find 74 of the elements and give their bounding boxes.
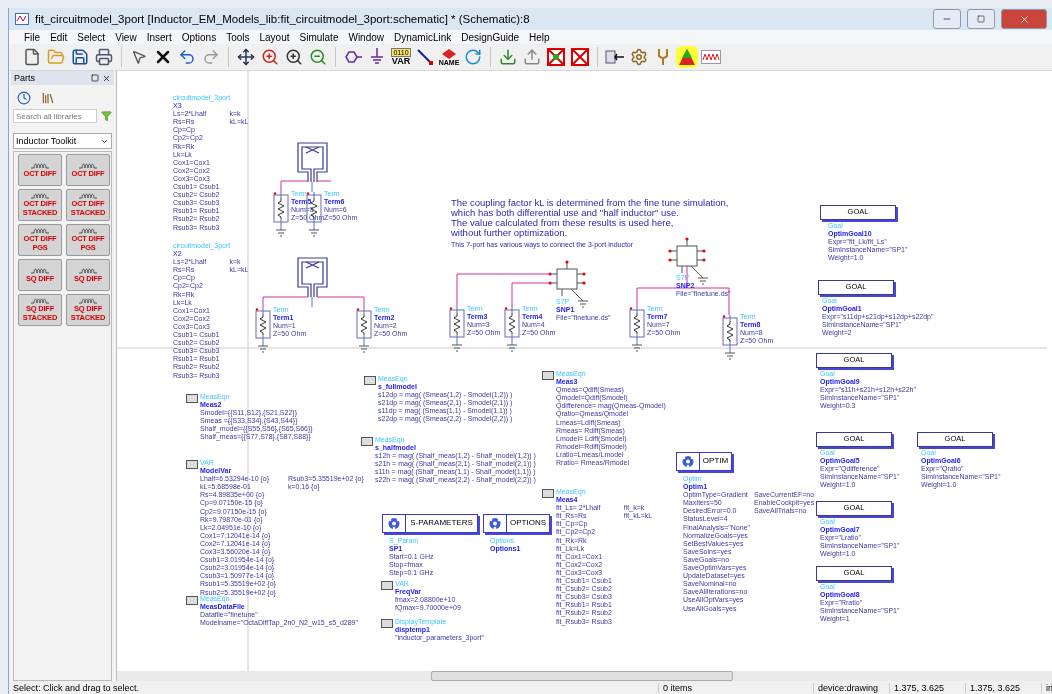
scrollbar-thumb[interactable] (431, 671, 733, 681)
history-icon[interactable] (17, 91, 31, 105)
deactivate-icon[interactable] (545, 46, 567, 68)
status-units: in (1042, 682, 1052, 693)
wire (311, 181, 313, 193)
inductor-icon (79, 267, 97, 274)
library-icon[interactable] (41, 91, 55, 105)
network-icon (386, 517, 402, 530)
inductor-icon (79, 298, 97, 304)
wire-icon[interactable] (414, 46, 436, 68)
resistor-ground-symbol (722, 315, 738, 361)
filter-icon[interactable] (101, 110, 112, 122)
resistor-ground-symbol (504, 307, 520, 353)
inductor-icon (31, 162, 49, 169)
tag-icon (442, 48, 456, 59)
window-title: fit_circuitmodel_3port [Inductor_EM_Models_lib:fit_circuitmodel_3port:schematic] * (Schematic):8 (35, 13, 531, 25)
inductor-icon (31, 298, 49, 304)
inductor-icon (79, 228, 97, 234)
close-icon[interactable] (102, 73, 111, 83)
resistor-ground-symbol (449, 307, 465, 353)
inductor-icon (31, 228, 49, 234)
resistor-ground-symbol (273, 192, 289, 238)
library-dropdown[interactable]: Inductor Toolkit (13, 133, 112, 149)
menu-item[interactable]: Window (343, 31, 389, 43)
wire (280, 180, 309, 193)
resistor-ground-symbol (629, 307, 645, 353)
menu-item[interactable]: Select (72, 31, 111, 43)
resistor-ground-symbol (255, 308, 271, 354)
inductor-symbol (297, 257, 328, 298)
note-text: The coupling factor kL is determined from the fine tune simulation, (451, 198, 729, 208)
menu-item[interactable]: DynamicLink (389, 31, 457, 43)
note-text: without further optimization. (451, 228, 569, 238)
note-text: which has both differential use and "half inductor" use. (451, 208, 680, 218)
inductor-symbol (297, 142, 328, 183)
status-count: 0 items (659, 682, 814, 693)
inductor-icon (31, 193, 49, 199)
note-text: The value calculated from these results is used here, (451, 218, 675, 228)
maximize-icon (977, 15, 985, 23)
status-coordinates: 1.375, 3.625 (890, 682, 966, 693)
menu-item[interactable]: View (110, 31, 142, 43)
status-context: device:drawing (814, 682, 890, 693)
float-icon[interactable] (91, 73, 99, 82)
menu-item[interactable]: Options (176, 31, 222, 43)
inductor-icon (79, 162, 97, 169)
status-delta: 1.375, 3.625 (966, 682, 1042, 693)
menu-item[interactable]: Insert (141, 31, 177, 43)
menu-item[interactable]: Edit (45, 31, 73, 43)
app-icon (15, 13, 29, 25)
print-icon[interactable] (93, 46, 115, 68)
move-icon[interactable] (235, 46, 257, 68)
simulation-block: OPTIONS (483, 514, 550, 533)
panel-title: Parts (14, 73, 35, 83)
close-button[interactable] (1001, 9, 1047, 29)
menu-item[interactable]: DesignGuide (456, 31, 525, 43)
simulation-block: S-PARAMETERS (382, 514, 478, 533)
menu-item[interactable]: File (19, 31, 46, 43)
simulation-block: OPTIM (676, 452, 732, 471)
menu-item[interactable]: Layout (254, 31, 295, 43)
search-field[interactable]: Search all libraries (13, 109, 97, 123)
s-parameter-block-symbol (668, 237, 709, 285)
resistor-ground-symbol (356, 308, 372, 354)
network-icon (680, 455, 696, 468)
inductor-icon (31, 267, 49, 274)
wire (316, 180, 332, 182)
tune-button[interactable] (676, 46, 698, 68)
menu-item[interactable]: Help (524, 31, 555, 43)
menu-item[interactable]: Tools (221, 31, 255, 43)
close-icon (1018, 13, 1030, 25)
menu-item[interactable]: Simulate (294, 31, 344, 43)
status-hint: Select: Click and drag to select. (9, 682, 659, 693)
s-parameter-block-symbol (548, 260, 589, 308)
deactivate-icon[interactable] (569, 46, 591, 68)
inductor-icon (79, 193, 97, 199)
network-icon (487, 517, 503, 530)
